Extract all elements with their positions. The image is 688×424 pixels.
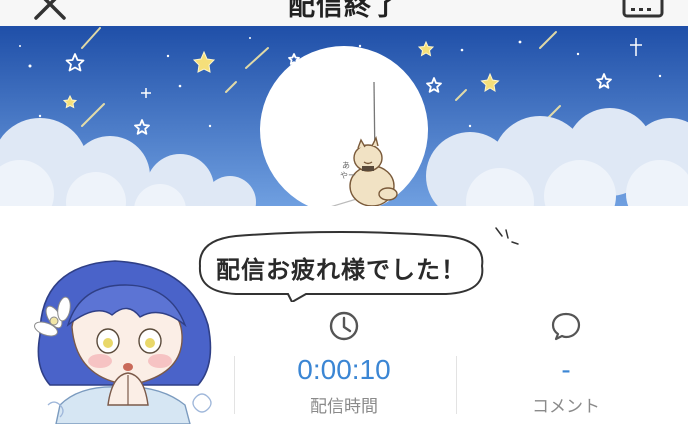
character-illustration [34,260,212,424]
svg-text:あ: あ [342,161,350,170]
stream-time-label: 配信時間 [310,397,378,417]
comment-stat: - コメント [456,310,676,424]
svg-text:やー: やー [340,171,356,180]
clock-icon [329,311,359,341]
emphasis-lines [495,227,519,245]
top-bar: 配信終了 [0,0,688,26]
night-sky-banner: あ やー [0,26,688,206]
comment-count-value: - [561,354,571,385]
stream-time-value: 0:00:10 [297,354,391,385]
comment-icon [551,312,581,341]
page-title: 配信終了 [288,0,400,22]
keyboard-icon[interactable] [622,0,664,18]
comment-count-label: コメント [532,397,600,417]
divider [234,356,235,414]
stream-time-stat: 0:00:10 配信時間 [234,310,454,424]
